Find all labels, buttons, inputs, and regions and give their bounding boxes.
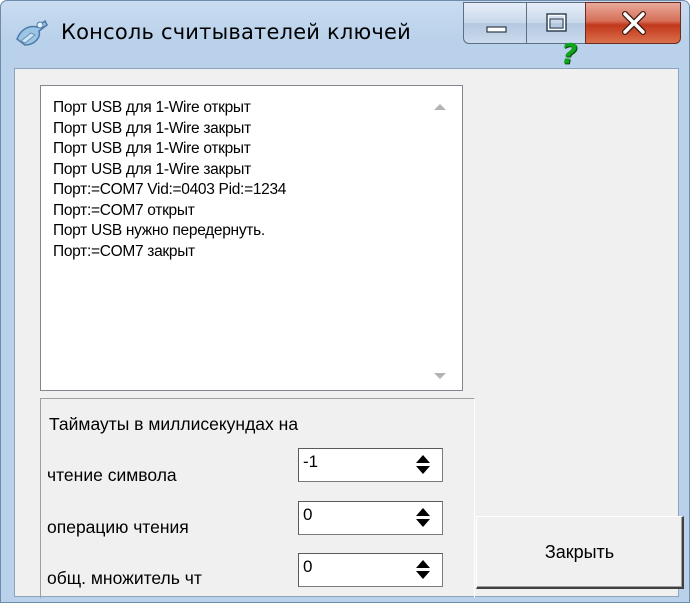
timeout-label-read-multiplier: общ. множитель чт: [47, 568, 202, 588]
spinner-arrows-icon[interactable]: [416, 508, 430, 528]
minimize-icon: [486, 26, 507, 33]
help-icon[interactable]: ?: [561, 37, 577, 70]
log-line: Порт:=COM7 закрыт: [53, 242, 195, 260]
title-bar[interactable]: Консоль считывателей ключей: [1, 1, 689, 69]
timeout-read-multiplier-spinner[interactable]: 0: [298, 553, 443, 587]
log-textbox[interactable]: Порт USB для 1-Wire открыт Порт USB для …: [40, 85, 463, 391]
spinner-value[interactable]: 0: [303, 557, 312, 577]
log-line: Порт USB нужно передернуть.: [53, 222, 265, 239]
log-line: Порт:=COM7 Vid:=0403 Pid:=1234: [53, 181, 287, 198]
log-line: Порт USB для 1-Wire закрыт: [53, 119, 251, 137]
app-window: Консоль считывателей ключей Порт USB для…: [0, 0, 690, 603]
spinner-value[interactable]: -1: [303, 452, 318, 472]
log-line: Порт USB для 1-Wire открыт: [53, 140, 251, 157]
spinner-arrows-icon[interactable]: [416, 560, 430, 580]
log-lines: Порт USB для 1-Wire открыт Порт USB для …: [53, 98, 286, 262]
maximize-icon: [546, 13, 567, 32]
close-button[interactable]: Закрыть: [476, 516, 684, 589]
spinner-value[interactable]: 0: [303, 505, 312, 525]
timeout-char-read-spinner[interactable]: -1: [298, 448, 443, 482]
scroll-up-arrow-icon[interactable]: [434, 104, 446, 110]
scroll-down-arrow-icon[interactable]: [434, 373, 446, 379]
timeout-label-read-op: операцию чтения: [47, 517, 189, 537]
log-line: Порт:=COM7 открыт: [53, 201, 195, 219]
key-reader-app-icon: [16, 19, 48, 46]
close-icon: [622, 11, 646, 35]
close-window-button[interactable]: [585, 2, 681, 44]
log-line: Порт USB для 1-Wire закрыт: [53, 160, 251, 178]
minimize-button[interactable]: [463, 2, 527, 44]
timeout-label-char-read: чтение символа: [47, 465, 177, 485]
window-title: Консоль считывателей ключей: [61, 20, 411, 44]
timeouts-heading: Таймауты в миллисекундах на: [49, 414, 299, 434]
log-line: Порт USB для 1-Wire открыт: [53, 99, 251, 116]
timeout-read-op-spinner[interactable]: 0: [298, 501, 443, 535]
spinner-arrows-icon[interactable]: [416, 455, 430, 475]
